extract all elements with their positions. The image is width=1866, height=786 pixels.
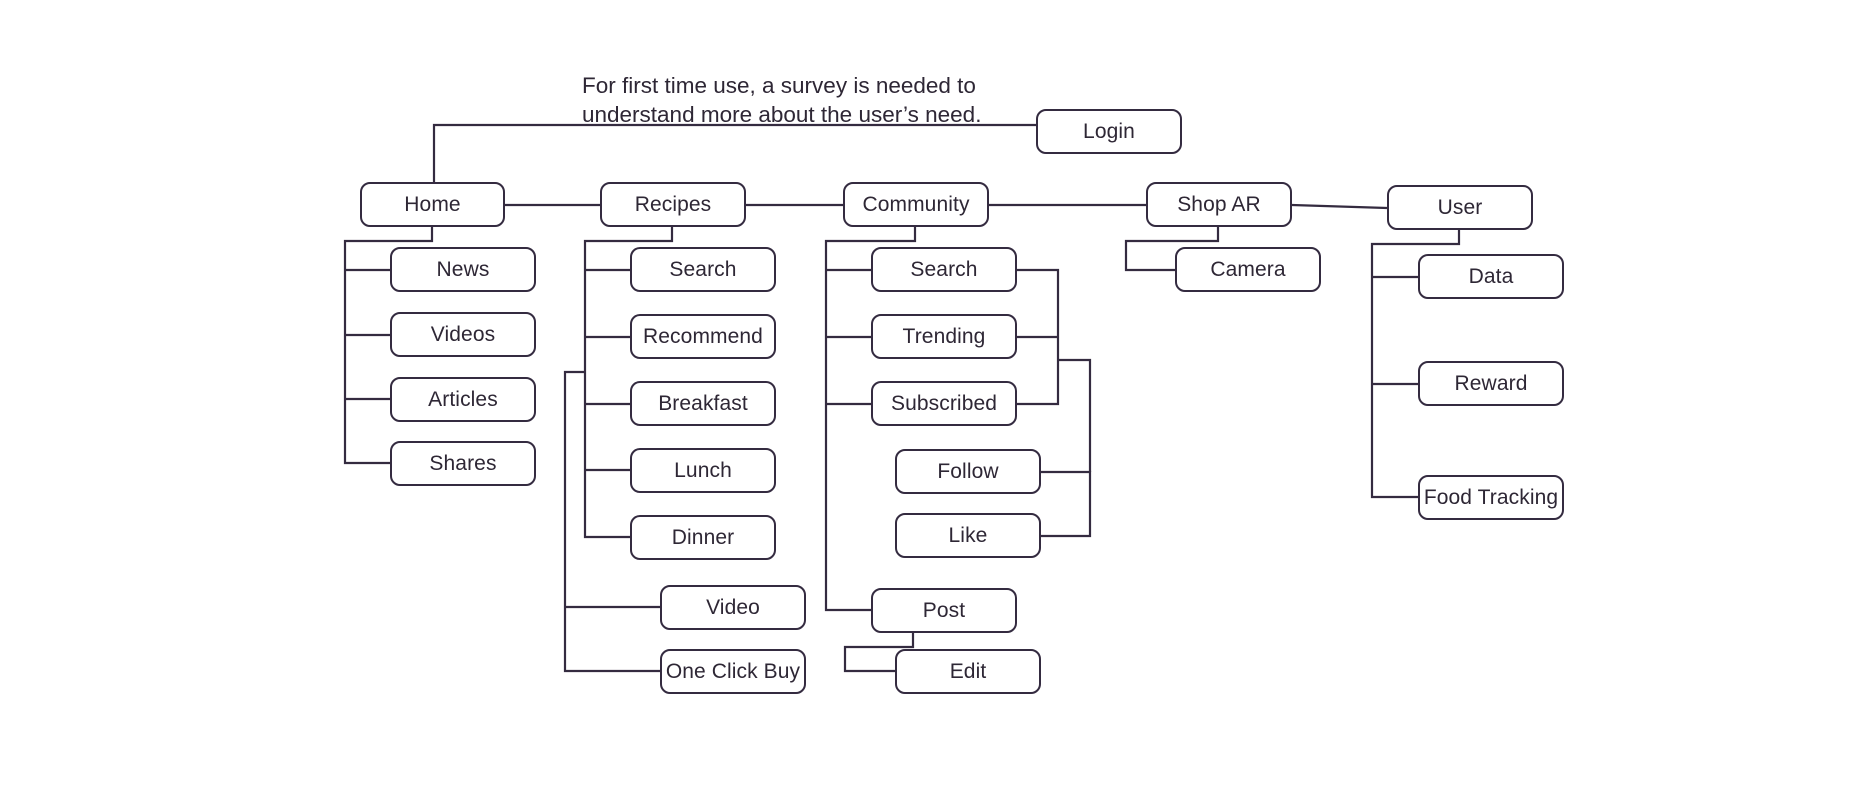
node-recommend[interactable]: Recommend <box>630 314 776 359</box>
node-label-recommend: Recommend <box>643 324 763 348</box>
node-breakfast[interactable]: Breakfast <box>630 381 776 426</box>
node-label-community: Community <box>862 192 970 216</box>
node-one_click_buy[interactable]: One Click Buy <box>660 649 806 694</box>
edge-home-login <box>432 123 1036 182</box>
edge-search-right-trunk <box>1017 268 1060 406</box>
node-label-food_tracking: Food Tracking <box>1423 485 1559 509</box>
node-label-r_search: Search <box>669 257 737 281</box>
node-login[interactable]: Login <box>1036 109 1182 154</box>
node-lunch[interactable]: Lunch <box>630 448 776 493</box>
node-recipes[interactable]: Recipes <box>600 182 746 227</box>
node-label-login: Login <box>1083 119 1135 143</box>
node-subscribed[interactable]: Subscribed <box>871 381 1017 426</box>
node-label-like: Like <box>948 523 988 547</box>
node-label-reward: Reward <box>1454 371 1528 395</box>
node-follow[interactable]: Follow <box>895 449 1041 494</box>
node-post[interactable]: Post <box>871 588 1017 633</box>
node-label-articles: Articles <box>428 387 498 411</box>
node-shop_ar[interactable]: Shop AR <box>1146 182 1292 227</box>
node-label-edit: Edit <box>949 659 987 683</box>
node-news[interactable]: News <box>390 247 536 292</box>
node-articles[interactable]: Articles <box>390 377 536 422</box>
node-home[interactable]: Home <box>360 182 505 227</box>
node-label-follow: Follow <box>937 459 999 483</box>
node-label-news: News <box>436 257 490 281</box>
node-label-lunch: Lunch <box>674 458 732 482</box>
edge-followlike-to-sub <box>1058 358 1092 472</box>
node-video[interactable]: Video <box>660 585 806 630</box>
node-label-user: User <box>1437 195 1483 219</box>
node-label-data: Data <box>1468 264 1514 288</box>
node-label-c_search: Search <box>910 257 978 281</box>
node-label-subscribed: Subscribed <box>890 391 998 415</box>
node-trending[interactable]: Trending <box>871 314 1017 359</box>
node-label-dinner: Dinner <box>671 525 735 549</box>
node-label-home: Home <box>404 192 461 216</box>
sitemap-diagram: For first time use, a survey is needed t… <box>0 0 1866 786</box>
node-label-post: Post <box>922 598 966 622</box>
node-data[interactable]: Data <box>1418 254 1564 299</box>
node-c_search[interactable]: Search <box>871 247 1017 292</box>
node-videos[interactable]: Videos <box>390 312 536 357</box>
node-label-breakfast: Breakfast <box>658 391 748 415</box>
node-food_tracking[interactable]: Food Tracking <box>1418 475 1564 520</box>
first-time-use-annotation: For first time use, a survey is needed t… <box>582 73 982 127</box>
node-label-recipes: Recipes <box>634 192 712 216</box>
node-shares[interactable]: Shares <box>390 441 536 486</box>
node-label-trending: Trending <box>902 324 986 348</box>
node-label-videos: Videos <box>430 322 496 346</box>
node-reward[interactable]: Reward <box>1418 361 1564 406</box>
node-camera[interactable]: Camera <box>1175 247 1321 292</box>
node-like[interactable]: Like <box>895 513 1041 558</box>
node-label-video: Video <box>706 595 760 619</box>
node-dinner[interactable]: Dinner <box>630 515 776 560</box>
node-label-camera: Camera <box>1210 257 1286 281</box>
node-r_search[interactable]: Search <box>630 247 776 292</box>
edge-follow-right-trunk <box>1041 470 1092 538</box>
node-label-one_click_buy: One Click Buy <box>665 659 801 683</box>
node-label-shop_ar: Shop AR <box>1177 192 1261 216</box>
edge-shopar-user <box>1291 203 1388 210</box>
node-user[interactable]: User <box>1387 185 1533 230</box>
node-community[interactable]: Community <box>843 182 989 227</box>
node-edit[interactable]: Edit <box>895 649 1041 694</box>
node-label-shares: Shares <box>429 451 497 475</box>
